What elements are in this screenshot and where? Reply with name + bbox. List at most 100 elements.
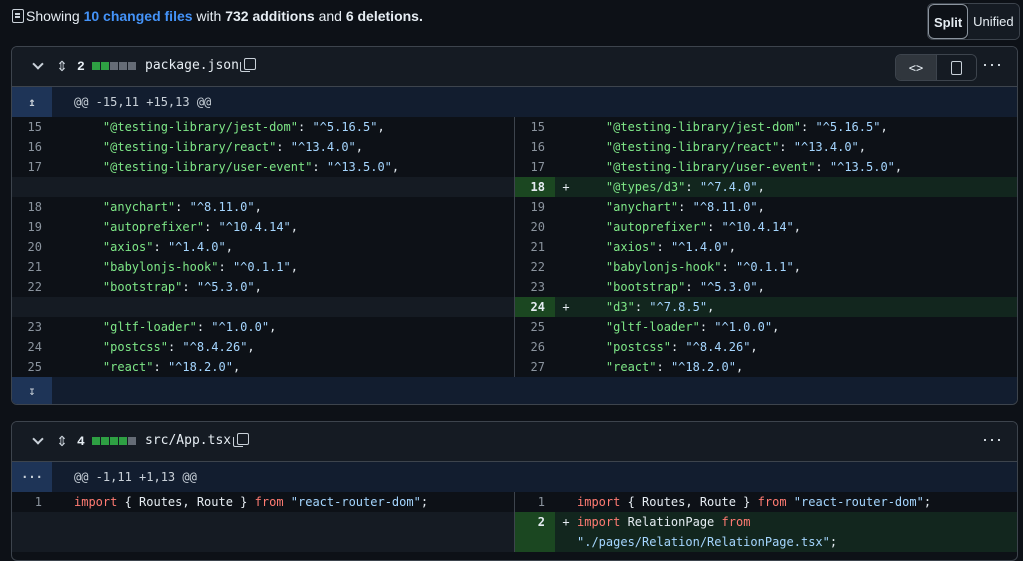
string-literal: "react-router-dom"	[786, 495, 924, 509]
split-diff: 15 "@testing-library/jest-dom": "^5.16.5…	[12, 117, 1017, 377]
unified-view-button[interactable]: Unified	[968, 4, 1019, 39]
line-number[interactable]: 19	[12, 217, 52, 237]
diff-summary: Showing 10 changed files with 732 additi…	[12, 8, 423, 24]
string-literal: "./pages/Relation/RelationPage.tsx"	[577, 535, 830, 549]
json-value: "^5.16.5"	[815, 120, 881, 134]
line-number[interactable]: 24	[515, 297, 555, 317]
json-key: "babylonjs-hook"	[102, 260, 219, 274]
line-number[interactable]: 18	[12, 197, 52, 217]
change-count: 4	[77, 434, 85, 449]
added-line: 18 + "@types/d3": "^7.4.0",	[515, 177, 1017, 197]
deletions-count: 6 deletions.	[345, 8, 423, 24]
diff-right-side: 15 "@testing-library/jest-dom": "^5.16.5…	[514, 117, 1017, 377]
diff-marker	[555, 157, 577, 177]
line-number[interactable]: 27	[515, 357, 555, 377]
json-value: "^10.4.14"	[218, 220, 291, 234]
json-key: "autoprefixer"	[102, 220, 205, 234]
line-number[interactable]: 19	[515, 197, 555, 217]
chevron-down-icon[interactable]	[32, 433, 44, 445]
diff-line: 16 "@testing-library/react": "^13.4.0",	[12, 137, 514, 157]
line-number[interactable]: 18	[515, 177, 555, 197]
diff-line: 21 "babylonjs-hook": "^0.1.1",	[12, 257, 514, 277]
line-number[interactable]: 15	[515, 117, 555, 137]
code-line: "gltf-loader": "^1.0.0",	[605, 320, 780, 334]
split-view-button[interactable]: Split	[928, 4, 969, 39]
copy-icon[interactable]	[233, 433, 249, 447]
line-number[interactable]: 22	[12, 277, 52, 297]
json-value: "^13.4.0"	[793, 140, 859, 154]
json-key: "gltf-loader"	[102, 320, 197, 334]
keyword: import	[577, 495, 621, 509]
line-number[interactable]: 25	[515, 317, 555, 337]
code-line: "d3": "^7.8.5",	[605, 300, 715, 314]
code-line: "@testing-library/user-event": "^13.5.0"…	[102, 160, 400, 174]
changed-files-link[interactable]: 10 changed files	[84, 8, 193, 24]
json-key: "@testing-library/react"	[102, 140, 277, 154]
diff-summary-bar: Showing 10 changed files with 732 additi…	[0, 0, 1023, 40]
json-value: "^13.4.0"	[290, 140, 356, 154]
file-name[interactable]: package.json	[145, 58, 239, 73]
line-number[interactable]: 1	[12, 492, 52, 512]
line-number[interactable]: 22	[515, 257, 555, 277]
json-value: "^0.1.1"	[232, 260, 291, 274]
diff-marker	[52, 137, 74, 157]
line-number[interactable]: 21	[12, 257, 52, 277]
diff-marker: +	[562, 180, 570, 194]
expand-all-icon[interactable]: ⇕	[56, 433, 68, 450]
more-options-icon[interactable]: ···	[982, 430, 1003, 448]
line-number[interactable]: 15	[12, 117, 52, 137]
line-number[interactable]: 20	[515, 217, 555, 237]
rich-view-button[interactable]	[936, 55, 976, 80]
file-header: ⇕ 2 package.json <> ···	[12, 47, 1017, 87]
code-text: ;	[829, 535, 838, 549]
more-options-icon[interactable]: ···	[982, 55, 1003, 73]
json-value: "^18.2.0"	[670, 360, 736, 374]
line-number[interactable]: 23	[12, 317, 52, 337]
diff-line: 25 "react": "^18.2.0",	[12, 357, 514, 377]
diff-line: 18 "anychart": "^8.11.0",	[12, 197, 514, 217]
copy-icon[interactable]	[240, 58, 256, 72]
chevron-down-icon[interactable]	[32, 58, 44, 70]
expand-up-icon[interactable]: ↥	[12, 87, 52, 117]
json-key: "@types/d3"	[605, 180, 686, 194]
line-number[interactable]: 2	[515, 512, 555, 532]
line-number	[12, 532, 52, 552]
diff-line: 16 "@testing-library/react": "^13.4.0",	[515, 137, 1017, 157]
code-text: RelationPage	[620, 515, 722, 529]
diff-marker	[52, 177, 74, 197]
line-number[interactable]: 17	[12, 157, 52, 177]
string-literal: "react-router-dom"	[283, 495, 421, 509]
line-number[interactable]: 17	[515, 157, 555, 177]
line-number[interactable]: 26	[515, 337, 555, 357]
line-number[interactable]: 16	[12, 137, 52, 157]
code-line: "react": "^18.2.0",	[102, 360, 241, 374]
line-number[interactable]: 16	[515, 137, 555, 157]
file-name[interactable]: src/App.tsx	[145, 433, 231, 448]
diff-line: 15 "@testing-library/jest-dom": "^5.16.5…	[515, 117, 1017, 137]
diff-line: 23 "gltf-loader": "^1.0.0",	[12, 317, 514, 337]
empty-line	[12, 297, 514, 317]
line-number[interactable]: 23	[515, 277, 555, 297]
json-key: "axios"	[102, 240, 154, 254]
expand-down-icon[interactable]: ↧	[12, 377, 52, 404]
code-view-icon[interactable]: <>	[896, 55, 936, 80]
hunk-footer: ↧	[12, 377, 1017, 404]
expand-all-lines-icon[interactable]: ···	[12, 462, 52, 492]
line-number[interactable]: 1	[515, 492, 555, 512]
diff-marker: +	[562, 300, 570, 314]
hunk-header: ↥ @@ -15,11 +15,13 @@	[12, 87, 1017, 117]
code-text: ;	[420, 495, 429, 509]
line-number[interactable]: 25	[12, 357, 52, 377]
json-key: "@testing-library/user-event"	[605, 160, 816, 174]
code-text: { Routes, Route }	[620, 495, 758, 509]
line-number[interactable]: 24	[12, 337, 52, 357]
hunk-header: ··· @@ -1,11 +1,13 @@	[12, 462, 1017, 492]
diff-line: 22 "babylonjs-hook": "^0.1.1",	[515, 257, 1017, 277]
code-text: ;	[923, 495, 932, 509]
expand-all-icon[interactable]: ⇕	[56, 58, 68, 75]
diff-marker: +	[562, 515, 570, 529]
line-number[interactable]: 20	[12, 237, 52, 257]
diff-line: 17 "@testing-library/user-event": "^13.5…	[515, 157, 1017, 177]
diffstat-bar	[92, 437, 136, 445]
line-number[interactable]: 21	[515, 237, 555, 257]
